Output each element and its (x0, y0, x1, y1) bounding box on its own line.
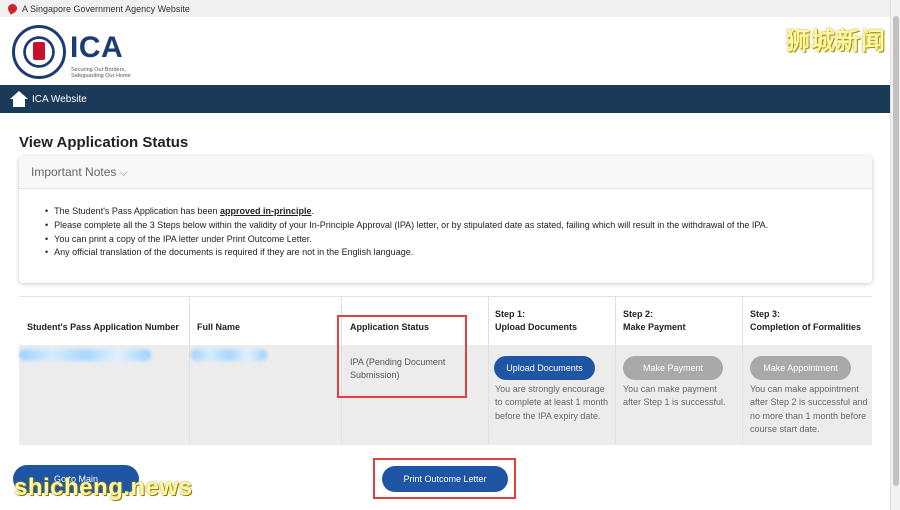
make-payment-button[interactable]: Make Payment (623, 356, 723, 380)
brand-tagline: Securing Our Borders, Safeguarding Our H… (71, 67, 131, 79)
home-icon[interactable] (10, 91, 28, 107)
redacted-full-name (191, 349, 267, 361)
column-divider (189, 296, 190, 445)
col-app-number-header: Student's Pass Application Number (27, 322, 179, 332)
brand-header: ICA Securing Our Borders, Safeguarding O… (0, 17, 900, 85)
col-full-name-header: Full Name (197, 322, 241, 332)
column-divider (615, 296, 616, 445)
approved-in-principle-text: approved in-principle (219, 206, 312, 216)
page-title: View Application Status (19, 134, 189, 151)
government-agency-text: A Singapore Government Agency Website (22, 3, 190, 14)
lion-head-icon (6, 2, 19, 15)
note-item: Any official translation of the document… (45, 246, 872, 260)
important-notes-title: Important Notes (31, 165, 117, 179)
vertical-scrollbar[interactable] (890, 0, 900, 510)
col-step1-header: Step 1: Upload Documents (495, 309, 578, 332)
highlight-application-status (337, 315, 467, 398)
government-agency-bar: A Singapore Government Agency Website (0, 0, 900, 17)
upload-documents-button[interactable]: Upload Documents (494, 356, 595, 380)
column-divider (742, 296, 743, 445)
column-divider (488, 296, 489, 445)
note-item: Please complete all the 3 Steps below wi… (45, 219, 872, 233)
make-appointment-button[interactable]: Make Appointment (750, 356, 851, 380)
step2-description: You can make payment after Step 1 is suc… (623, 384, 726, 408)
ica-crest-logo[interactable] (12, 25, 66, 79)
main-navbar: ICA Website (0, 85, 900, 113)
note-item: You can print a copy of the IPA letter u… (45, 233, 872, 247)
watermark-bottom: shicheng.news (14, 474, 193, 501)
important-notes-card: Important Notes⌵ The Student's Pass Appl… (19, 156, 872, 283)
col-step3-header: Step 3: Completion of Formalities (750, 309, 862, 332)
col-step2-header: Step 2: Make Payment (623, 309, 686, 332)
redacted-application-number (19, 349, 151, 361)
print-outcome-letter-button[interactable]: Print Outcome Letter (382, 466, 508, 492)
important-notes-toggle[interactable]: Important Notes ⌵ (19, 156, 872, 189)
watermark-top: 狮城新闻 (786, 28, 886, 55)
step3-description: You can make appointment after Step 2 is… (750, 384, 868, 434)
notes-list: The Student's Pass Application has been … (19, 189, 872, 260)
brand-name[interactable]: ICA (70, 31, 123, 65)
note-item: The Student's Pass Application has been … (45, 205, 872, 219)
step1-description: You are strongly encourage to complete a… (495, 384, 609, 421)
scroll-thumb[interactable] (893, 16, 899, 486)
ica-website-link[interactable]: ICA Website (32, 94, 87, 105)
chevron-down-icon: ⌵ (119, 167, 128, 179)
